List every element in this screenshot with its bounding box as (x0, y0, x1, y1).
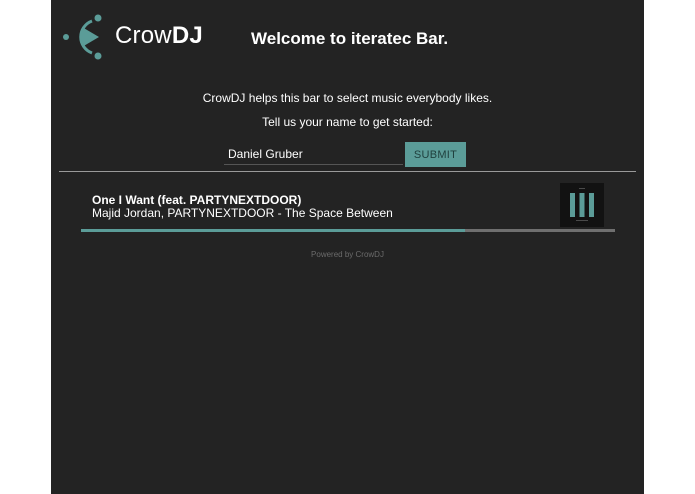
album-cover-art-icon (570, 188, 594, 221)
welcome-title: Welcome to iteratec Bar. (251, 29, 449, 48)
crowdj-logo-text: CrowDJ (115, 22, 203, 50)
name-prompt: Tell us your name to get started: (262, 115, 433, 129)
crowdj-app: CrowDJ Welcome to iteratec Bar. CrowDJ h… (51, 0, 644, 494)
submit-button[interactable]: SUBMIT (405, 142, 466, 167)
playback-progress-fill (81, 229, 466, 232)
name-input[interactable] (224, 144, 403, 165)
logo-text-bold: DJ (171, 22, 203, 49)
logo-text-regular: Crow (115, 22, 172, 49)
playback-progress-bar (81, 229, 615, 232)
divider (59, 171, 636, 172)
track-artist-album: Majid Jordan, PARTYNEXTDOOR - The Space … (92, 206, 393, 220)
album-cover (560, 183, 604, 227)
crowdj-logo-icon (63, 14, 102, 60)
powered-by-footer: Powered by CrowDJ (311, 250, 384, 259)
track-title: One I Want (feat. PARTYNEXTDOOR) (92, 193, 302, 207)
intro-text: CrowDJ helps this bar to select music ev… (202, 91, 493, 105)
crowdj-logo[interactable]: CrowDJ (61, 12, 203, 60)
